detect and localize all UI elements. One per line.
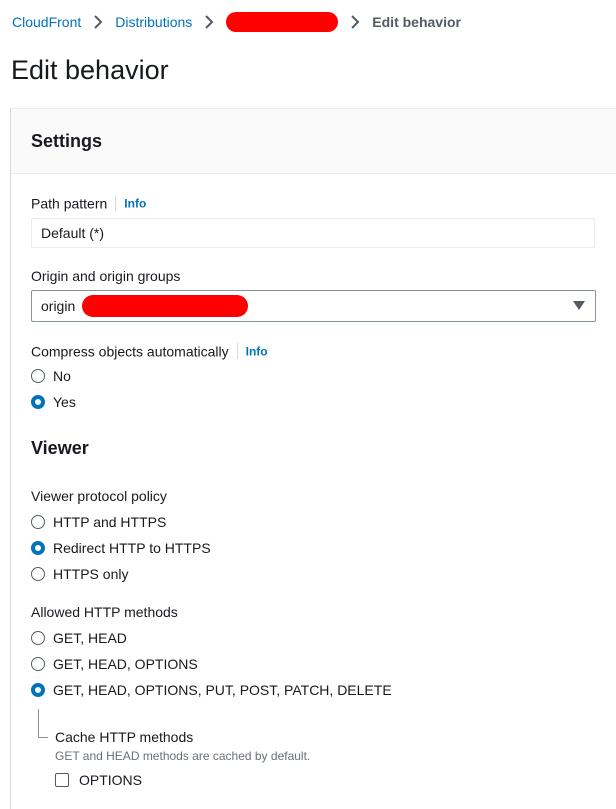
- radio-checked[interactable]: [31, 541, 45, 555]
- origin-select[interactable]: origin: [31, 290, 596, 322]
- options-checkbox[interactable]: [55, 773, 69, 787]
- radio-unchecked[interactable]: [31, 567, 45, 581]
- path-pattern-label-row: Path pattern Info: [31, 193, 146, 212]
- radio-checked[interactable]: [31, 395, 45, 409]
- path-pattern-input[interactable]: [31, 218, 595, 248]
- caret-down-icon: [573, 301, 585, 310]
- breadcrumb-cloudfront-link[interactable]: CloudFront: [12, 14, 81, 30]
- redacted-distribution-id[interactable]: [226, 12, 339, 32]
- protocol-option-https-only[interactable]: HTTPS only: [31, 564, 128, 584]
- path-pattern-label: Path pattern: [31, 195, 108, 212]
- viewer-title: Viewer: [31, 438, 89, 458]
- chevron-right-icon: [199, 12, 219, 32]
- compress-option-yes-label: Yes: [53, 394, 76, 410]
- compress-label-row: Compress objects automatically Info: [31, 341, 268, 360]
- methods-option-all[interactable]: GET, HEAD, OPTIONS, PUT, POST, PATCH, DE…: [31, 680, 392, 700]
- origin-label: Origin and origin groups: [31, 268, 181, 284]
- settings-panel: Settings Path pattern Info Origin and ori…: [10, 108, 616, 809]
- chevron-right-icon: [345, 12, 365, 32]
- breadcrumb: CloudFront Distributions Edit behavior: [12, 12, 461, 32]
- protocol-option-label: Redirect HTTP to HTTPS: [53, 540, 211, 556]
- breadcrumb-current: Edit behavior: [372, 14, 461, 30]
- methods-option-label: GET, HEAD, OPTIONS, PUT, POST, PATCH, DE…: [53, 682, 392, 698]
- breadcrumb-distributions-link[interactable]: Distributions: [115, 14, 192, 30]
- cache-options-checkbox-row[interactable]: OPTIONS: [55, 770, 142, 790]
- compress-option-yes[interactable]: Yes: [31, 392, 76, 412]
- methods-option-label: GET, HEAD, OPTIONS: [53, 656, 198, 672]
- compress-label: Compress objects automatically: [31, 343, 229, 360]
- protocol-option-redirect[interactable]: Redirect HTTP to HTTPS: [31, 538, 211, 558]
- compress-info-link[interactable]: Info: [246, 344, 268, 358]
- protocol-policy-label: Viewer protocol policy: [31, 488, 167, 504]
- redacted-origin-name: [82, 295, 248, 317]
- page-title: Edit behavior: [11, 55, 169, 85]
- compress-option-no-label: No: [53, 368, 71, 384]
- cache-methods-label: Cache HTTP methods: [55, 729, 194, 745]
- settings-title: Settings: [31, 131, 103, 151]
- allowed-methods-label: Allowed HTTP methods: [31, 604, 178, 620]
- protocol-option-http-https[interactable]: HTTP and HTTPS: [31, 512, 166, 532]
- divider: [115, 195, 117, 212]
- options-checkbox-label: OPTIONS: [79, 772, 143, 788]
- protocol-option-label: HTTPS only: [53, 566, 129, 582]
- methods-option-get-head[interactable]: GET, HEAD: [31, 628, 127, 648]
- chevron-right-icon: [88, 12, 108, 32]
- methods-option-label: GET, HEAD: [53, 630, 127, 646]
- protocol-option-label: HTTP and HTTPS: [53, 514, 167, 530]
- methods-option-get-head-options[interactable]: GET, HEAD, OPTIONS: [31, 654, 198, 674]
- origin-select-value: origin: [41, 298, 76, 314]
- radio-unchecked[interactable]: [31, 515, 45, 529]
- settings-panel-header: Settings: [11, 109, 616, 174]
- path-pattern-info-link[interactable]: Info: [124, 196, 146, 210]
- divider: [236, 343, 238, 360]
- tree-connector: [38, 709, 48, 738]
- radio-checked[interactable]: [31, 683, 45, 697]
- cache-methods-description: GET and HEAD methods are cached by defau…: [55, 749, 311, 763]
- radio-unchecked[interactable]: [31, 657, 45, 671]
- radio-unchecked[interactable]: [31, 631, 45, 645]
- compress-option-no[interactable]: No: [31, 366, 71, 386]
- radio-unchecked[interactable]: [31, 369, 45, 383]
